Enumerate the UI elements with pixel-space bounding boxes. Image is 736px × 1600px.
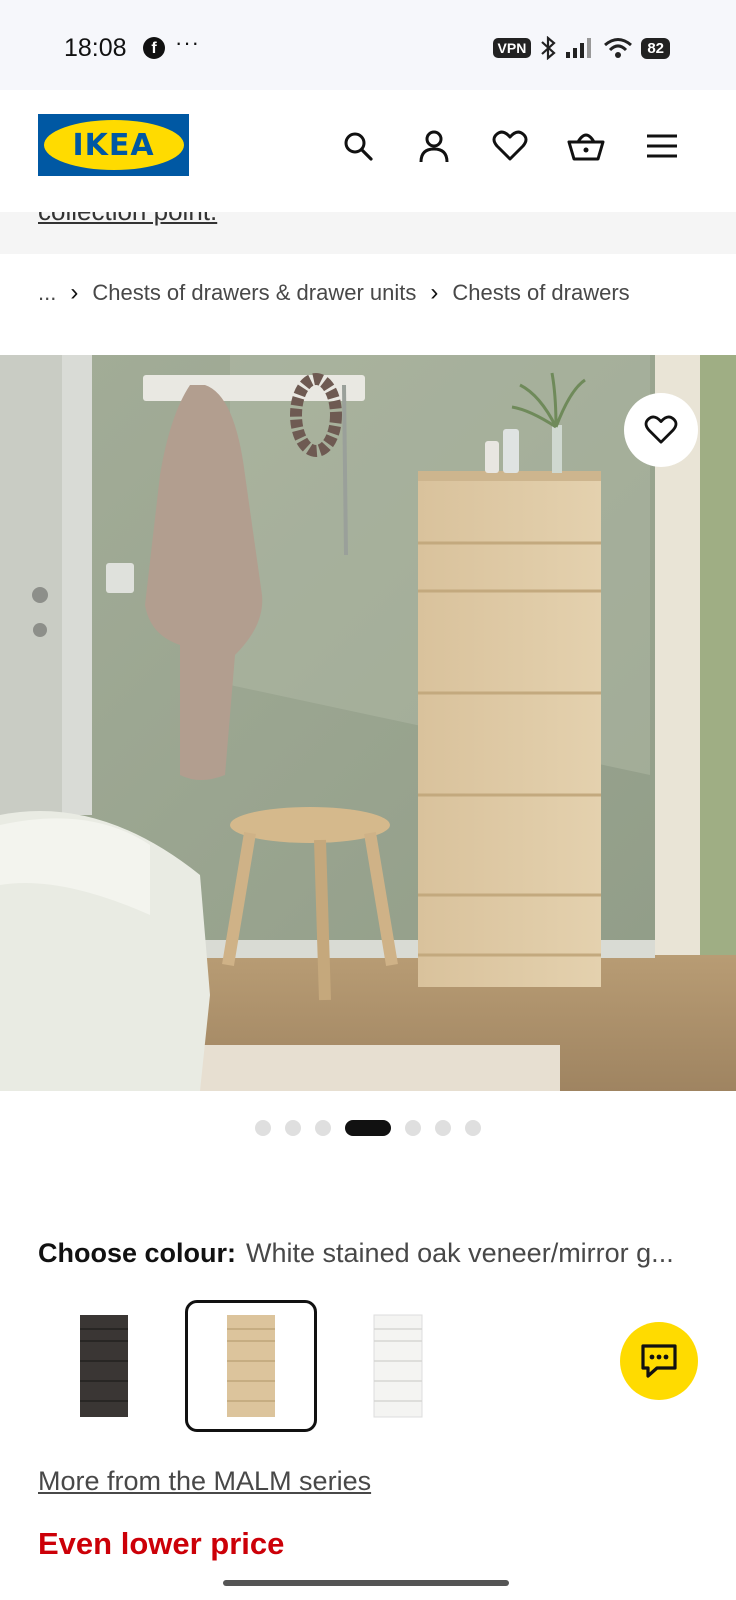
gallery-dot[interactable] [405,1120,421,1136]
heart-icon[interactable] [490,126,530,166]
gallery-dot[interactable] [255,1120,271,1136]
price-label: Even lower price [38,1526,285,1561]
chevron-right-icon: › [430,279,439,306]
colour-label: Choose colour: [38,1238,237,1268]
status-icons: VPN 82 [492,36,670,60]
colour-swatch-black[interactable] [38,1300,170,1432]
facebook-icon: f [143,37,165,59]
breadcrumb-item[interactable]: Chests of drawers & drawer units [92,280,416,306]
gallery-pagination [0,1120,736,1136]
basket-icon[interactable] [566,126,606,166]
breadcrumb-item[interactable]: Chests of drawers [452,280,629,306]
logo-text: IKEA [72,127,155,163]
status-time: 18:08 [64,34,127,62]
gallery-dot[interactable] [285,1120,301,1136]
colour-swatch-oak[interactable] [185,1300,317,1432]
store-banner: collection point. [0,212,736,254]
dresser-thumbnail [227,1315,275,1417]
colour-value: White stained oak veneer/mirror g... [246,1238,674,1268]
chat-button[interactable] [620,1322,698,1400]
gallery-dot[interactable] [465,1120,481,1136]
colour-selector-label: Choose colour: White stained oak veneer/m… [38,1238,698,1269]
dresser-thumbnail [80,1315,128,1417]
gallery-dot[interactable] [315,1120,331,1136]
ikea-logo[interactable]: IKEA [38,114,189,176]
battery-indicator: 82 [641,37,670,59]
chat-icon [641,1344,677,1378]
logo-oval: IKEA [43,120,184,170]
site-header: IKEA [0,90,736,212]
colour-swatch-white[interactable] [332,1300,464,1432]
dresser-thumbnail [373,1314,423,1418]
status-bar: 18:08 f ··· VPN 82 [0,0,736,90]
heart-icon [644,415,678,444]
signal-icon [566,38,592,58]
add-to-favourites-button[interactable] [624,393,698,467]
banner-link[interactable]: collection point. [38,212,217,227]
home-indicator[interactable] [223,1580,509,1586]
bluetooth-icon [541,36,556,60]
chevron-right-icon: › [70,279,79,306]
breadcrumb: ... › Chests of drawers & drawer units ›… [38,279,630,307]
menu-icon[interactable] [642,126,682,166]
product-photo [0,355,736,1091]
more-notifications-icon: ··· [175,30,200,55]
gallery-dot[interactable] [435,1120,451,1136]
product-image[interactable] [0,355,736,1091]
vpn-badge: VPN [492,38,532,58]
gallery-dot-active[interactable] [345,1120,391,1136]
wifi-icon [604,38,633,58]
search-icon[interactable] [338,126,378,166]
series-link[interactable]: More from the MALM series [38,1466,371,1497]
breadcrumb-ellipsis[interactable]: ... [38,280,56,306]
profile-icon[interactable] [414,126,454,166]
